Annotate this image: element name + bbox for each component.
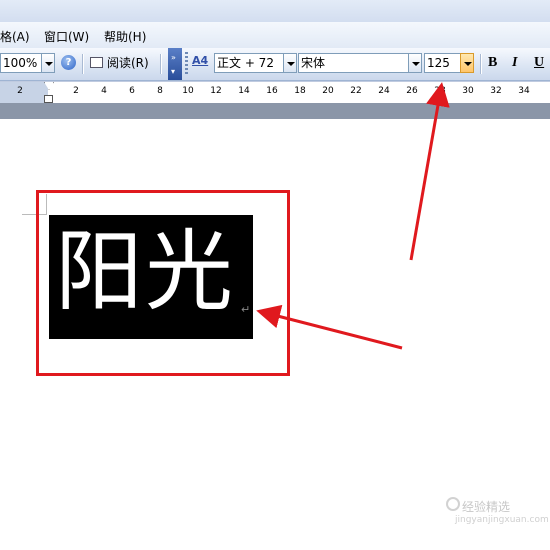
watermark-subtext: jingyanjingxuan.com	[455, 515, 549, 525]
annotation-arrows	[256, 82, 450, 350]
arrow-to-text	[256, 304, 403, 350]
watermark-logo-icon	[446, 497, 460, 511]
arrow-to-font-size	[409, 82, 450, 261]
watermark-text: 经验精选	[462, 500, 511, 514]
